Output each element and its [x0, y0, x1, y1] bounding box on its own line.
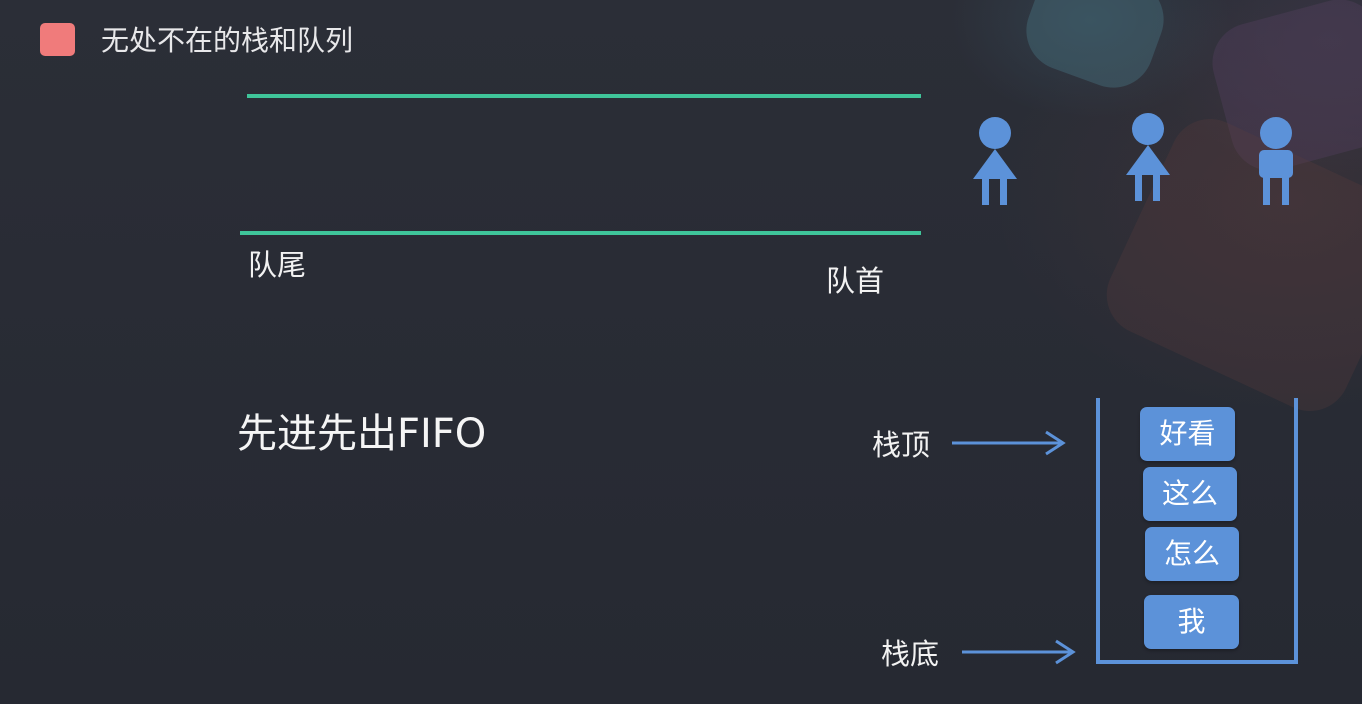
person-female-icon: [973, 117, 1017, 205]
queue-head-label: 队首: [826, 264, 885, 298]
stack-item-second: 这么: [1143, 467, 1237, 521]
stack-bottom-arrow: [962, 639, 1076, 665]
stack-item-third: 怎么: [1145, 527, 1239, 581]
stack-item-top: 好看: [1140, 407, 1235, 461]
stack-top-label: 栈顶: [872, 428, 931, 462]
queue-tail-label: 队尾: [248, 248, 307, 282]
fifo-caption: 先进先出FIFO: [237, 411, 487, 457]
person-female-icon: [1126, 113, 1170, 201]
person-male-icon: [1259, 117, 1293, 205]
stack-top-arrow: [952, 430, 1066, 456]
stack-item-bottom: 我: [1144, 595, 1239, 649]
stack-bottom-label: 栈底: [881, 637, 940, 671]
